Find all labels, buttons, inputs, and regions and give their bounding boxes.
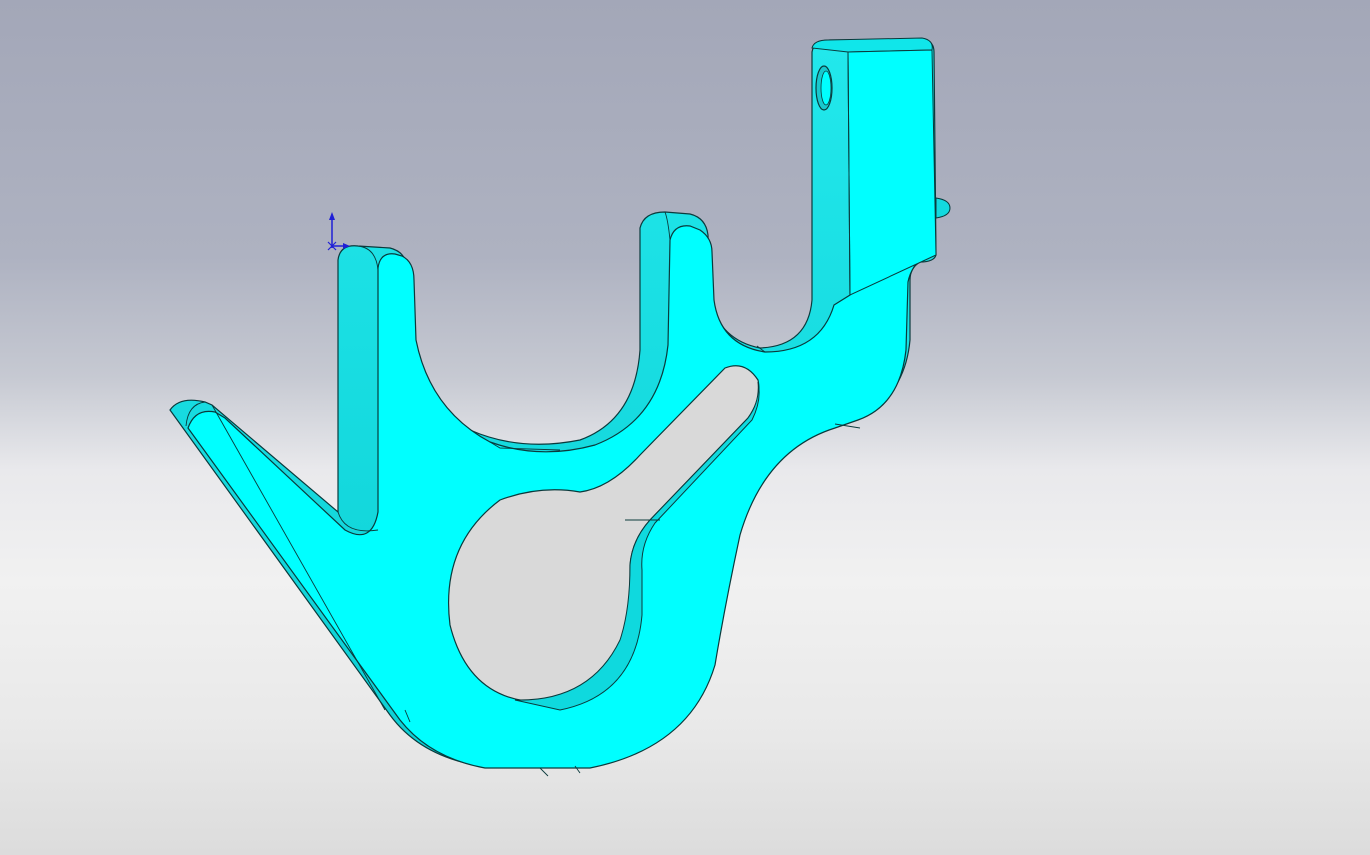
tab-hole[interactable]: [815, 65, 833, 111]
graphics-viewport[interactable]: [0, 0, 1370, 855]
origin-triad-icon: [327, 212, 350, 251]
part-model[interactable]: [0, 0, 1370, 855]
